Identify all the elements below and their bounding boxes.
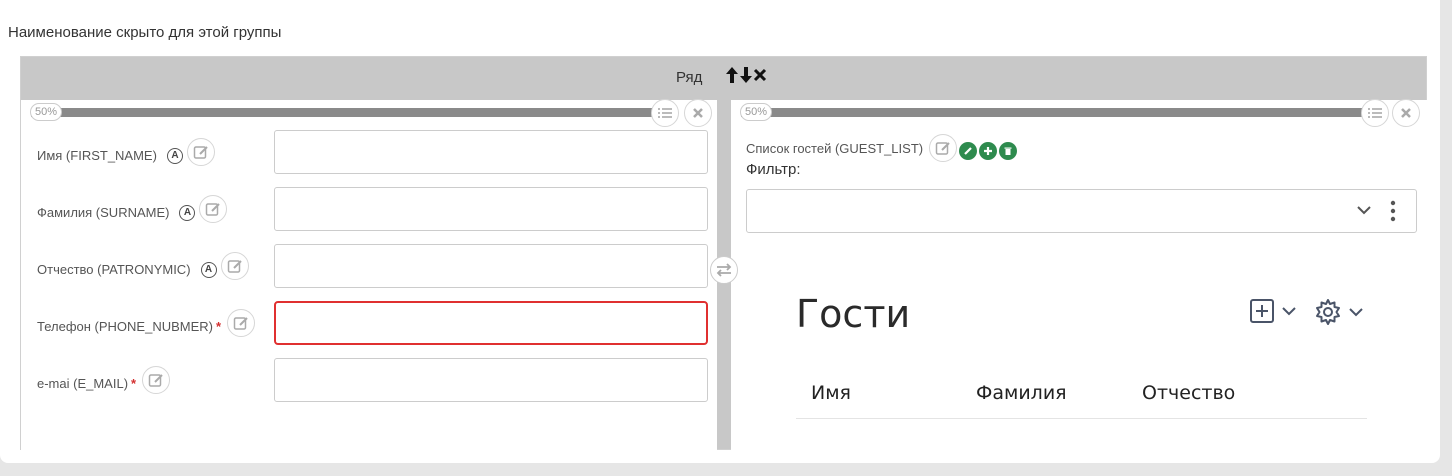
group-caption: Наименование скрыто для этой группы bbox=[8, 24, 282, 41]
guest-list-header: Список гостей (GUEST_LIST) bbox=[746, 134, 1018, 162]
gear-icon bbox=[1316, 299, 1340, 325]
list-icon bbox=[1368, 108, 1382, 118]
column-header-patronymic[interactable]: Отчество bbox=[1142, 382, 1235, 404]
close-icon bbox=[1401, 108, 1411, 118]
guest-list-label: Список гостей (GUEST_LIST) bbox=[746, 140, 924, 156]
form-panel: Наименование скрыто для этой группы Ряд … bbox=[0, 0, 1440, 463]
filter-label: Фильтр: bbox=[746, 161, 801, 178]
auto-fill-icon[interactable]: A bbox=[179, 204, 196, 221]
field-email: e-mai (E_MAIL) * bbox=[21, 358, 717, 402]
surname-input[interactable] bbox=[274, 187, 708, 231]
edit-icon bbox=[148, 374, 163, 387]
plus-icon bbox=[984, 147, 993, 155]
required-mark: * bbox=[131, 376, 137, 391]
edit-field-button[interactable] bbox=[199, 195, 228, 223]
arrow-up-icon[interactable] bbox=[725, 66, 739, 84]
chevron-down-icon[interactable] bbox=[1356, 204, 1372, 216]
right-column: 50% Список гостей (GUEST_LIST) Фильтр: Г… bbox=[731, 99, 1427, 450]
edit-field-button[interactable] bbox=[227, 309, 256, 337]
auto-fill-icon[interactable]: A bbox=[166, 147, 183, 164]
edit-icon bbox=[935, 142, 950, 155]
delete-list-button[interactable] bbox=[999, 142, 1018, 160]
email-input[interactable] bbox=[274, 358, 708, 402]
field-label: Отчество (PATRONYMIC) bbox=[37, 262, 191, 277]
more-vertical-icon[interactable] bbox=[1390, 200, 1396, 222]
edit-icon bbox=[233, 317, 248, 330]
field-surname: Фамилия (SURNAME) A bbox=[21, 187, 717, 231]
column-remove-button[interactable] bbox=[1392, 99, 1420, 127]
first-name-input[interactable] bbox=[274, 130, 708, 174]
column-settings-button[interactable] bbox=[1361, 99, 1389, 127]
chevron-down-icon bbox=[1349, 308, 1363, 317]
row-controls bbox=[725, 66, 767, 84]
filter-select[interactable] bbox=[746, 189, 1417, 233]
field-first-name: Имя (FIRST_NAME) A bbox=[21, 130, 717, 174]
close-icon[interactable] bbox=[753, 66, 767, 84]
edit-field-button[interactable] bbox=[186, 138, 215, 166]
field-label: Телефон (PHONE_NUBMER) bbox=[37, 319, 213, 334]
column-width-badge: 50% bbox=[30, 103, 63, 121]
edit-icon bbox=[193, 146, 208, 159]
edit-icon bbox=[206, 203, 221, 216]
table-settings-button[interactable] bbox=[1314, 298, 1364, 326]
trash-icon bbox=[1004, 147, 1012, 155]
edit-icon bbox=[227, 260, 242, 273]
patronymic-input[interactable] bbox=[274, 244, 708, 288]
field-label: Имя (FIRST_NAME) bbox=[37, 148, 157, 163]
column-settings-button[interactable] bbox=[651, 99, 679, 127]
column-resize-bar[interactable] bbox=[741, 108, 1373, 117]
column-remove-button[interactable] bbox=[684, 99, 712, 127]
edit-field-button[interactable] bbox=[142, 366, 171, 394]
phone-input[interactable] bbox=[274, 301, 708, 345]
table-title: Гости bbox=[796, 292, 911, 336]
add-list-item-button[interactable] bbox=[979, 142, 998, 160]
pencil-icon bbox=[964, 147, 972, 155]
edit-field-button[interactable] bbox=[929, 134, 958, 162]
field-phone: Телефон (PHONE_NUBMER) * bbox=[21, 301, 717, 345]
edit-field-button[interactable] bbox=[220, 252, 249, 280]
left-column: 50% Имя (FIRST_NAME) A Фамилия (SURNAME)… bbox=[21, 99, 717, 450]
edit-list-button[interactable] bbox=[959, 142, 978, 160]
column-width-badge: 50% bbox=[740, 103, 773, 121]
field-label: Фамилия (SURNAME) bbox=[37, 205, 170, 220]
table-header-divider bbox=[796, 418, 1367, 419]
add-record-button[interactable] bbox=[1249, 298, 1297, 324]
column-header-surname[interactable]: Фамилия bbox=[976, 382, 1067, 404]
layout-row: Ряд 50% Имя (FIRST_NAME) A Фамилия (SURN… bbox=[20, 56, 1427, 450]
auto-fill-icon[interactable]: A bbox=[200, 261, 217, 278]
swap-columns-button[interactable] bbox=[710, 256, 738, 284]
row-header: Ряд bbox=[21, 57, 1426, 100]
close-icon bbox=[693, 108, 703, 118]
add-box-icon bbox=[1250, 299, 1274, 323]
column-resize-bar[interactable] bbox=[31, 108, 663, 117]
row-title: Ряд bbox=[676, 69, 703, 86]
required-mark: * bbox=[216, 319, 222, 334]
arrow-down-icon[interactable] bbox=[739, 66, 753, 84]
swap-icon bbox=[716, 263, 732, 277]
list-icon bbox=[658, 108, 672, 118]
field-patronymic: Отчество (PATRONYMIC) A bbox=[21, 244, 717, 288]
column-header-first-name[interactable]: Имя bbox=[811, 382, 851, 404]
chevron-down-icon bbox=[1282, 307, 1296, 316]
field-label: e-mai (E_MAIL) bbox=[37, 376, 129, 391]
